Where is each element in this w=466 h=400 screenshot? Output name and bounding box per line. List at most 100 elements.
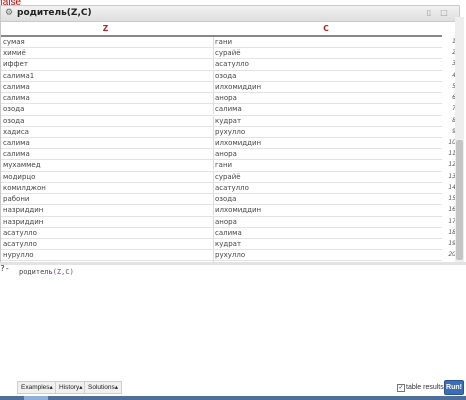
table-row: салима анора 11 <box>1 149 456 161</box>
scrollbar-thumb[interactable] <box>456 140 463 260</box>
result-titlebar: ⚙ родитель(Z,C) ▯ □ <box>1 6 459 22</box>
cell-z: салима <box>3 94 30 103</box>
cell-z: озода <box>3 116 25 125</box>
query-result-panel: ⚙ родитель(Z,C) ▯ □ Z C сумаягани1химиёс… <box>0 5 460 264</box>
result-title: родитель(Z,C) <box>17 8 92 18</box>
cell-c: озода <box>213 70 440 81</box>
cell-c: кудрат <box>213 238 440 249</box>
row-number: 19 <box>448 239 456 247</box>
table-row: мухаммед гани 12 <box>1 160 456 172</box>
cell-c: рухулло <box>213 250 440 261</box>
examples-button[interactable]: Examples▴ <box>17 381 57 394</box>
column-header-c: C <box>323 24 329 33</box>
table-row: озода салима7 <box>1 104 456 116</box>
cell-c: анора <box>213 216 440 227</box>
table-results-label: table results <box>406 384 444 391</box>
cell-c: рухулло <box>213 126 440 137</box>
row-number: 12 <box>448 161 456 169</box>
cell-c: асатулло <box>213 59 440 70</box>
table-body: сумаягани1химиёсурайё2иффетасатулло3сали… <box>1 37 456 263</box>
results-scrollbar[interactable] <box>455 17 464 262</box>
table-row: озода кудрат8 <box>1 115 456 127</box>
close-icon[interactable]: □ <box>439 8 449 18</box>
row-number: 2 <box>442 48 456 58</box>
cell-c: салима <box>213 227 440 238</box>
cell-c: гани <box>213 160 440 171</box>
table-row: назриддин анора 17 <box>1 216 456 228</box>
cell-z: комилджон <box>3 183 46 192</box>
row-number: 11 <box>448 150 456 158</box>
cell-z: назриддин <box>3 217 44 226</box>
cell-z: асатулло <box>3 239 37 248</box>
cell-z: нурулло <box>3 251 34 260</box>
table-row: нурулло рухулло 20 <box>1 250 456 262</box>
cell-c: гани <box>213 37 440 47</box>
cell-z: салима <box>3 138 30 147</box>
panel-divider[interactable] <box>0 262 466 265</box>
cell-z: хадиса <box>3 127 29 136</box>
cell-z: рабони <box>3 195 30 204</box>
row-number: 6 <box>442 93 456 103</box>
table-row: назриддин илхомиддин 16 <box>1 205 456 217</box>
cell-z: салима <box>3 150 30 159</box>
row-number: 5 <box>442 82 456 92</box>
table-row: модирцо сурайё 13 <box>1 171 456 183</box>
cell-z: озода <box>3 105 25 114</box>
minimize-icon[interactable]: ▯ <box>424 8 434 18</box>
row-number: 1 <box>442 37 456 47</box>
cell-z: салима <box>3 82 30 91</box>
query-prompt: ?- <box>0 264 10 273</box>
cell-z: назриддин <box>3 206 44 215</box>
cell-c: сурайё <box>213 171 440 182</box>
table-row: асатулло салима 18 <box>1 227 456 239</box>
row-number: 17 <box>448 217 456 225</box>
solutions-button[interactable]: Solutions▴ <box>84 381 123 394</box>
column-header-z: Z <box>102 24 109 33</box>
row-number: 20 <box>448 251 456 259</box>
row-number: 3 <box>442 59 456 69</box>
row-number: 16 <box>448 206 456 214</box>
cell-c: илхомиддин <box>213 205 440 216</box>
query-predicate: родитель <box>19 268 53 276</box>
table-header: Z C <box>1 23 442 37</box>
cell-c: салима <box>213 104 440 115</box>
cell-z: химиё <box>3 49 26 58</box>
taskbar-item[interactable] <box>24 396 48 400</box>
cell-c: сурайё <box>213 48 440 59</box>
cell-c: анора <box>213 93 440 104</box>
query-editor[interactable]: родитель(Z,C) <box>19 268 74 276</box>
cell-z: асатулло <box>3 228 37 237</box>
table-row: асатулло кудрат 19 <box>1 238 456 251</box>
cell-c: илхомиддин <box>213 81 440 92</box>
table-row: иффет асатулло3 <box>1 59 456 71</box>
row-number: 9 <box>442 127 456 137</box>
row-number: 10 <box>448 138 456 146</box>
row-number: 7 <box>442 104 456 114</box>
cell-z: сумая <box>3 38 25 46</box>
cell-z: модирцо <box>3 172 36 181</box>
table-row: салима илхомиддин 10 <box>1 137 456 150</box>
table-row: рабони озода 15 <box>1 194 456 206</box>
table-row: салима1 озода4 <box>1 70 456 82</box>
gear-icon[interactable]: ⚙ <box>5 8 13 19</box>
cell-c: асатулло <box>213 182 440 193</box>
history-button[interactable]: History▴ <box>55 381 87 394</box>
cell-c: илхомиддин <box>213 137 440 148</box>
table-results-checkbox[interactable]: ✓ <box>397 384 405 392</box>
row-number: 4 <box>442 71 456 81</box>
query-toolbar: Examples▴ History▴ Solutions▴ ✓ table re… <box>0 380 466 396</box>
row-number: 14 <box>448 183 456 191</box>
table-row: комилджон асатулло 14 <box>1 182 456 195</box>
cell-c: озода <box>213 194 440 205</box>
cell-z: мухаммед <box>3 161 41 170</box>
row-number: 15 <box>448 195 456 203</box>
cell-z: салима1 <box>3 71 35 80</box>
cell-z: иффет <box>3 60 28 69</box>
query-arguments: (Z,C) <box>52 268 74 276</box>
run-button[interactable]: Run! <box>444 380 464 395</box>
row-number: 8 <box>442 116 456 126</box>
table-row: салима анора6 <box>1 93 456 105</box>
cell-c: анора <box>213 149 440 160</box>
row-number: 18 <box>448 228 456 236</box>
taskbar <box>0 396 466 400</box>
